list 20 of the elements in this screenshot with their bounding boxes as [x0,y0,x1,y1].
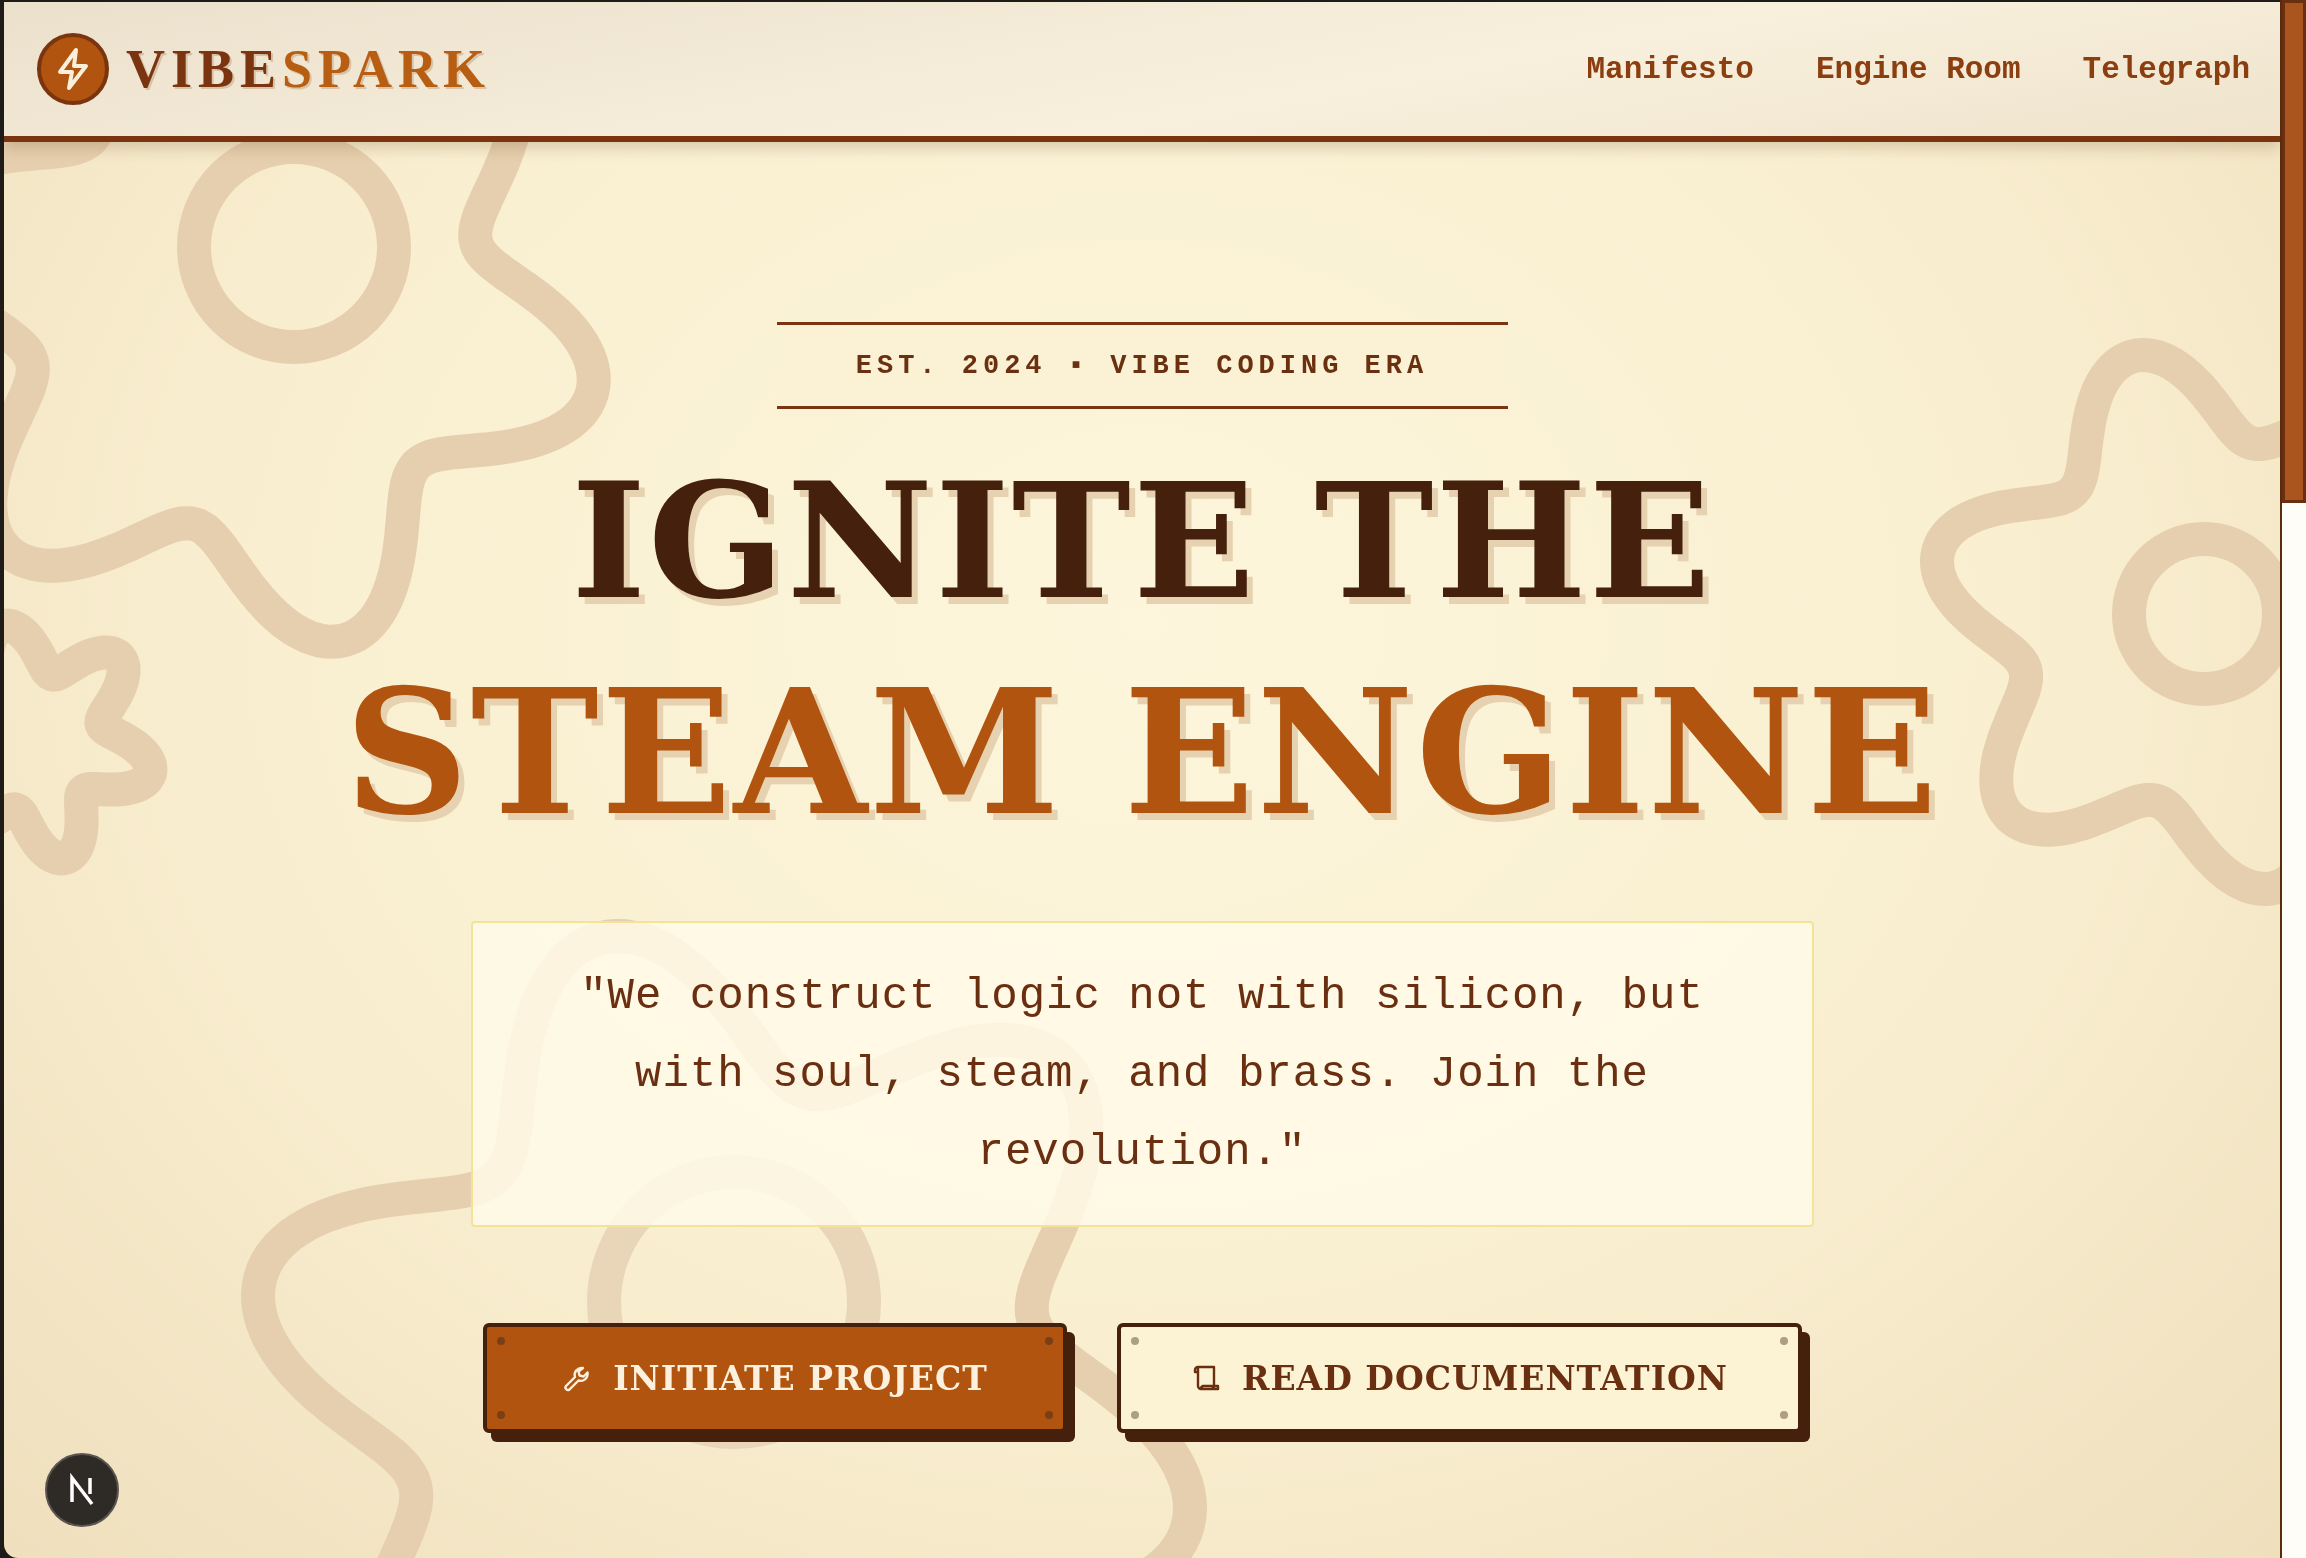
nav-link[interactable]: Telegraph [2082,51,2250,87]
rivet-icon [1779,1337,1788,1345]
n-logo-icon[interactable] [44,1452,120,1528]
logo-text[interactable]: VIBE SPARK [126,38,492,100]
quote-text: "We construct logic not with silicon, but with soul, steam, and brass. Join the revolution." [579,970,1705,1179]
rivet-icon [496,1337,505,1345]
rivet-icon [1779,1411,1788,1419]
rivet-icon [496,1411,505,1419]
lightning-logo-icon [36,32,110,106]
headline-text: STEAM ENGINE [344,650,1940,856]
scrollbar[interactable] [2280,0,2306,1558]
nav-link[interactable]: Engine Room [1815,51,2021,87]
nav-link[interactable]: Manifesto [1586,51,1754,87]
rivet-icon [1130,1411,1139,1419]
rivet-icon [1044,1337,1053,1345]
headline-text: IGNITE THE [571,446,1713,637]
badge: EST. 2024 ▪ VIBE CODING ERA [776,322,1508,409]
rivet-icon [1130,1337,1139,1345]
scrollbar-thumb[interactable] [2282,0,2306,503]
rivet-icon [1044,1411,1053,1419]
